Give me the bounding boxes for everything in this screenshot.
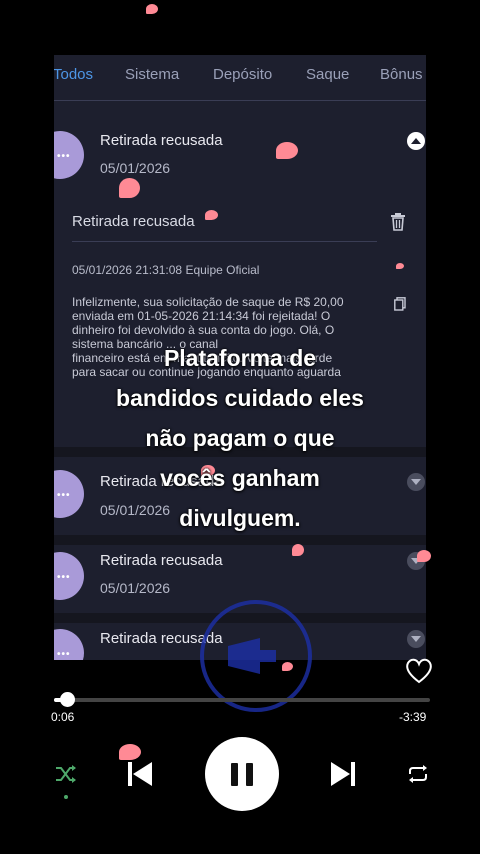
remaining-time: -3:39 — [399, 710, 427, 724]
tab-todos[interactable]: Todos — [54, 66, 93, 83]
message-title: Retirada recusada — [100, 132, 223, 149]
detail-title: Retirada recusada — [72, 213, 195, 230]
tab-deposito[interactable]: Depósito — [213, 66, 272, 83]
message-avatar-icon: ••• — [54, 470, 84, 518]
repeat-icon[interactable] — [406, 764, 430, 784]
chevron-down-icon[interactable] — [407, 630, 425, 648]
shuffle-active-indicator — [64, 795, 68, 799]
message-item[interactable]: ••• Retirada recusada 05/01/2026 — [54, 101, 426, 202]
petal-decoration — [276, 142, 298, 159]
message-date: 05/01/2026 — [100, 160, 171, 176]
divider — [72, 241, 377, 242]
chevron-up-icon[interactable] — [407, 132, 425, 150]
petal-decoration — [292, 544, 304, 556]
overlay-caption: Plataforma de bandidos cuidado eles não … — [116, 345, 364, 531]
seek-bar[interactable] — [54, 698, 430, 702]
message-title: Retirada recusada — [100, 552, 223, 569]
pause-icon — [231, 763, 238, 786]
tab-bonus[interactable]: Bônus — [380, 66, 423, 83]
petal-decoration — [119, 744, 141, 760]
watermark-logo-icon — [200, 600, 312, 712]
message-date: 05/01/2026 — [100, 580, 171, 596]
petal-decoration — [119, 178, 140, 198]
seek-handle[interactable] — [60, 692, 75, 707]
pause-button[interactable] — [205, 737, 279, 811]
tab-saque[interactable]: Saque — [306, 66, 349, 83]
detail-meta: 05/01/2026 21:31:08 Equipe Oficial — [72, 263, 260, 277]
message-avatar-icon: ••• — [54, 131, 84, 179]
copy-icon[interactable] — [394, 297, 406, 311]
petal-decoration — [205, 210, 218, 220]
message-avatar-icon: ••• — [54, 629, 84, 660]
category-tabs: Todos Sistema Depósito Saque Bônus — [54, 55, 426, 101]
message-avatar-icon: ••• — [54, 552, 84, 600]
pause-icon — [246, 763, 253, 786]
petal-decoration — [417, 550, 431, 562]
petal-decoration — [146, 4, 158, 14]
heart-icon[interactable] — [405, 658, 433, 684]
petal-decoration — [396, 263, 404, 269]
elapsed-time: 0:06 — [51, 710, 75, 724]
tab-sistema[interactable]: Sistema — [125, 66, 179, 83]
shuffle-icon[interactable] — [55, 764, 77, 784]
trash-icon[interactable] — [390, 213, 406, 231]
previous-track-icon[interactable] — [125, 759, 155, 789]
next-track-icon[interactable] — [328, 759, 358, 789]
chevron-down-icon[interactable] — [407, 473, 425, 491]
